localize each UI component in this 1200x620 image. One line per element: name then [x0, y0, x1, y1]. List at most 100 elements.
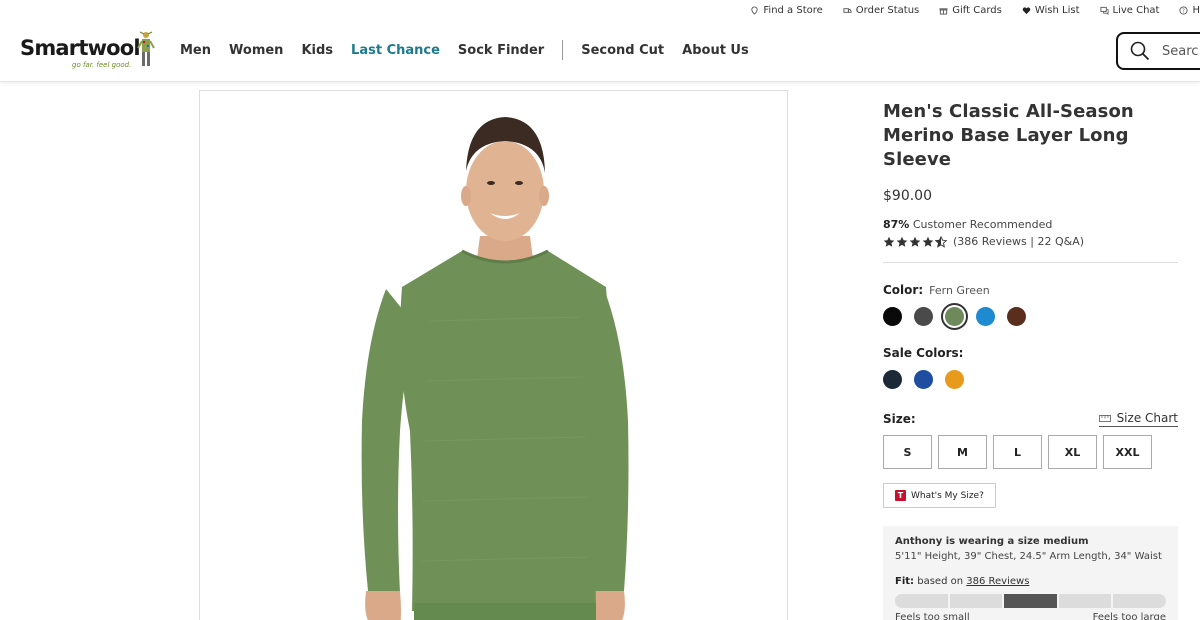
star-icon: [896, 236, 908, 247]
nav-men[interactable]: Men: [180, 43, 211, 58]
size-header: Size: Size Chart: [883, 411, 1178, 427]
logo-wordmark: Smartwool: [20, 36, 141, 60]
nav-second-cut[interactable]: Second Cut: [581, 43, 664, 58]
ruler-icon: [1098, 414, 1111, 422]
whats-my-size-button[interactable]: T What's My Size?: [883, 483, 996, 508]
utility-bar: Find a Store Order Status Gift Cards Wis…: [750, 0, 1200, 20]
size-options: S M L XL XXL: [883, 435, 1178, 469]
location-pin-icon: [751, 5, 759, 15]
color-swatch-fern-green[interactable]: [941, 303, 968, 330]
product-details: Men's Classic All-Season Merino Base Lay…: [883, 100, 1178, 620]
reviews-count[interactable]: (386 Reviews | 22 Q&A): [953, 235, 1084, 248]
color-swatch-black[interactable]: [883, 307, 902, 326]
size-m-button[interactable]: M: [938, 435, 987, 469]
color-swatch-deep-navy[interactable]: [883, 370, 902, 389]
truck-icon: [843, 7, 852, 13]
whats-my-size-label: What's My Size?: [911, 490, 984, 501]
size-chart-link[interactable]: Size Chart: [1098, 411, 1178, 427]
size-xl-button[interactable]: XL: [1048, 435, 1097, 469]
product-title: Men's Classic All-Season Merino Base Lay…: [883, 100, 1178, 172]
site-header: Smartwool go far. feel good. Men Women K…: [0, 20, 1200, 82]
fit-segment: [895, 594, 948, 608]
fit-label: Fit:: [895, 576, 915, 587]
find-store-link[interactable]: Find a Store: [750, 4, 823, 16]
gift-cards-link[interactable]: Gift Cards: [939, 5, 1002, 16]
product-title-line1: Men's Classic All-Season: [883, 101, 1134, 122]
svg-text:?: ?: [1183, 8, 1186, 14]
model-size-heading: Anthony is wearing a size medium: [895, 536, 1089, 547]
fit-based-on: based on: [917, 576, 964, 587]
find-store-label: Find a Store: [763, 4, 823, 16]
star-icon: [909, 236, 921, 247]
recommended-percent: 87%: [883, 218, 910, 231]
fit-high-label: Feels too large: [1092, 612, 1166, 620]
star-icon: [883, 236, 895, 247]
search-icon: [1130, 41, 1150, 61]
model-fit-info: Anthony is wearing a size medium 5'11" H…: [883, 526, 1178, 620]
product-image[interactable]: [199, 90, 788, 620]
logo-figure-icon: [137, 31, 155, 66]
recommendation: 87% Customer Recommended: [883, 218, 1178, 231]
product-photo-illustration: [361, 117, 629, 620]
truefit-logo-icon: T: [895, 490, 906, 501]
fit-reviews-link[interactable]: 386 Reviews: [966, 576, 1029, 587]
gift-cards-label: Gift Cards: [952, 4, 1002, 16]
size-l-button[interactable]: L: [993, 435, 1042, 469]
fit-low-label: Feels too small: [895, 612, 970, 620]
order-status-label: Order Status: [855, 4, 920, 16]
divider: [883, 262, 1178, 263]
search-placeholder: Searc: [1162, 43, 1199, 59]
search-input[interactable]: Searc: [1116, 32, 1200, 70]
nav-divider: [562, 40, 564, 60]
smartwool-logo[interactable]: Smartwool go far. feel good.: [20, 28, 160, 74]
help-link[interactable]: ? H: [1179, 5, 1200, 16]
sale-color-swatches: [883, 370, 1178, 389]
star-rating: [883, 235, 947, 248]
live-chat-link[interactable]: Live Chat: [1099, 4, 1160, 16]
nav-sock-finder[interactable]: Sock Finder: [458, 43, 544, 58]
size-label: Size:: [883, 412, 916, 426]
size-chart-label: Size Chart: [1116, 411, 1178, 425]
color-swatch-brown[interactable]: [1007, 307, 1026, 326]
live-chat-label: Live Chat: [1112, 4, 1160, 16]
nav-women[interactable]: Women: [229, 43, 283, 58]
gift-icon: [939, 7, 948, 15]
rating-row[interactable]: (386 Reviews | 22 Q&A): [883, 235, 1178, 248]
star-icon: [922, 236, 934, 247]
logo-tagline: go far. feel good.: [72, 61, 132, 69]
color-swatch-honey-gold[interactable]: [945, 370, 964, 389]
recommended-text: Customer Recommended: [912, 218, 1053, 231]
product-price: $90.00: [883, 188, 932, 204]
color-value: Fern Green: [929, 284, 990, 297]
color-label: Color:: [883, 283, 924, 297]
fit-segment-active: [1004, 594, 1057, 608]
help-icon: ?: [1179, 5, 1189, 14]
fit-segment: [949, 594, 1003, 608]
color-swatch-blue[interactable]: [976, 307, 995, 326]
size-xxl-button[interactable]: XXL: [1103, 435, 1152, 469]
help-label: H: [1192, 4, 1200, 16]
color-swatches: [883, 303, 1178, 330]
half-star-icon: [935, 235, 947, 248]
model-measurements: 5'11" Height, 39" Chest, 24.5" Arm Lengt…: [895, 551, 1162, 562]
fit-scale: [895, 594, 1166, 608]
heart-icon: [1022, 6, 1031, 14]
wish-list-link[interactable]: Wish List: [1022, 5, 1080, 16]
fit-summary: Fit: based on 386 Reviews: [895, 576, 1166, 587]
nav-kids[interactable]: Kids: [301, 43, 333, 58]
size-s-button[interactable]: S: [883, 435, 932, 469]
fit-segment: [1113, 594, 1166, 608]
sale-colors-label: Sale Colors:: [883, 346, 964, 360]
color-swatch-charcoal[interactable]: [914, 307, 933, 326]
color-swatch-blue-black[interactable]: [914, 370, 933, 389]
order-status-link[interactable]: Order Status: [843, 5, 919, 16]
fit-scale-labels: Feels too small Feels too large: [895, 612, 1166, 620]
nav-about-us[interactable]: About Us: [682, 43, 749, 58]
sale-colors-label-row: Sale Colors:: [883, 346, 1178, 360]
wish-list-label: Wish List: [1034, 4, 1080, 16]
fit-segment: [1058, 594, 1112, 608]
color-label-row: Color: Fern Green: [883, 283, 1178, 297]
nav-last-chance[interactable]: Last Chance: [351, 43, 440, 58]
main-nav: Men Women Kids Last Chance Sock Finder S…: [180, 20, 767, 80]
product-title-line2: Merino Base Layer Long Sleeve: [883, 125, 1129, 170]
